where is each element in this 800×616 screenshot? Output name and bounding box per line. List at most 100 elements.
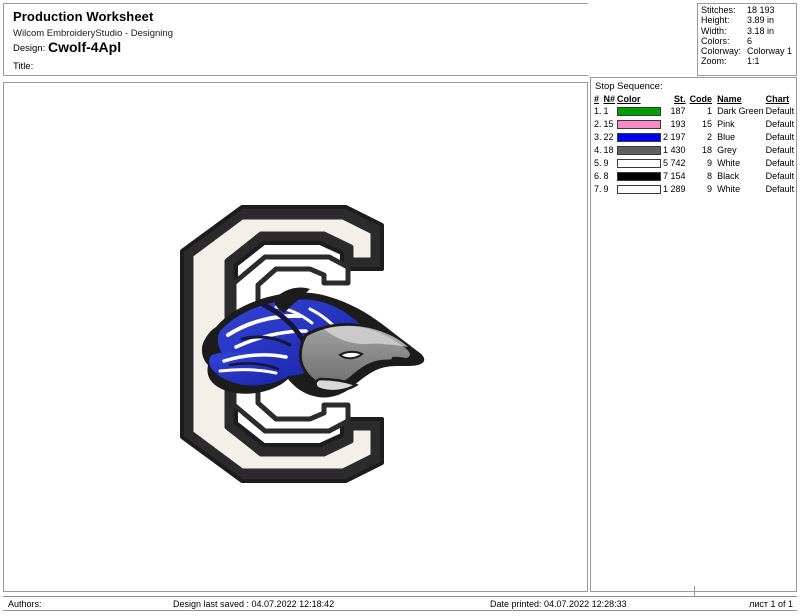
cell-name: White [717,158,741,168]
app-subtitle: Wilcom EmbroideryStudio - Designing [13,28,173,39]
stat-value-height: 3.89 in [747,15,775,26]
cell-code: 15 [702,119,713,129]
stat-value-colors: 6 [747,35,753,46]
cell-stitches: 187 [670,106,686,116]
cell-name: Blue [717,132,736,142]
cell-color [616,105,662,118]
footer-date-printed: Date printed: 04.07.2022 12:28:33 [490,599,627,609]
cell-chart: Default [765,106,795,116]
stop-sequence-panel: Stop Sequence: # N# Color St. Code Name … [590,77,797,592]
cell-needle: 8 [603,171,609,181]
table-row[interactable]: 4. 18 1 430 18 Grey Default [593,144,795,157]
cell-name: Black [717,171,740,181]
cell-color [616,170,662,183]
stat-row-colors: Colors: 6 [701,36,796,46]
cell-index: 3. [594,132,602,142]
page-title: Production Worksheet [13,9,154,24]
table-row[interactable]: 3. 22 2 197 2 Blue Default [593,131,795,144]
title-label: Title: [13,61,34,72]
cell-code: 9 [707,158,713,168]
cell-chart: Default [765,158,795,168]
cell-chart: Default [765,132,795,142]
design-label: Design: [13,43,46,54]
footer-divider [694,586,695,596]
footer-last-saved: Design last saved : 04.07.2022 12:18:42 [173,599,335,609]
color-swatch [617,146,662,155]
footer-page-number: лист 1 of 1 [749,599,793,609]
design-name: Cwolf-4Apl [48,39,122,55]
color-swatch [617,107,662,116]
cell-needle: 9 [603,184,609,194]
color-swatch [617,172,662,181]
cell-name: Grey [717,145,737,155]
column-header-color: Color [617,94,641,104]
design-stats-panel: Stitches: 18 193 Height: 3.89 in Width: … [697,3,797,76]
table-row[interactable]: 5. 9 5 742 9 White Default [593,157,795,170]
color-swatch [617,159,662,168]
stat-label-stitches: Stitches: [701,5,736,15]
cell-needle: 15 [603,119,614,129]
stat-row-colorway: Colorway: Colorway 1 [701,46,796,56]
column-header-needle: N# [603,94,616,104]
cell-chart: Default [765,184,795,194]
cell-index: 2. [594,119,602,129]
stat-value-width: 3.18 in [747,25,775,36]
stat-row-zoom: Zoom: 1:1 [701,56,796,66]
cell-needle: 22 [603,132,614,142]
footer-authors: Authors: [8,599,42,609]
color-swatch [617,185,662,194]
cell-code: 18 [702,145,713,155]
column-header-chart: Chart [765,94,790,104]
cell-code: 9 [707,184,713,194]
cell-chart: Default [765,119,795,129]
stat-row-width: Width: 3.18 in [701,26,796,36]
cell-index: 7. [594,184,602,194]
embroidery-design-logo [124,179,464,509]
cell-color [616,183,662,196]
table-row[interactable]: 1. 1 187 1 Dark Green Default [593,105,795,118]
cell-index: 4. [594,145,602,155]
cell-stitches: 7 154 [663,171,686,181]
footer-bar: Authors: Design last saved : 04.07.2022 … [3,596,797,611]
cell-color [616,118,662,131]
stat-value-colorway: Colorway 1 [747,46,793,57]
column-header-name: Name [717,94,742,104]
cell-needle: 9 [603,158,609,168]
cell-code: 8 [707,171,713,181]
cell-chart: Default [765,171,795,181]
column-header-code: Code [689,94,713,104]
stat-row-stitches: Stitches: 18 193 [701,5,796,15]
cell-stitches: 1 430 [663,145,686,155]
design-preview-area [3,82,588,592]
cell-code: 1 [707,106,713,116]
header-panel: Production Worksheet Wilcom EmbroiderySt… [3,3,588,76]
column-header-index: # [594,94,600,104]
cell-needle: 18 [603,145,614,155]
production-worksheet-page: Production Worksheet Wilcom EmbroiderySt… [0,0,800,616]
stat-value-stitches: 18 193 [747,5,775,15]
stat-label-zoom: Zoom: [701,56,727,67]
color-swatch [617,133,662,142]
stat-row-height: Height: 3.89 in [701,15,796,25]
stat-label-height: Height: [701,15,730,26]
cell-color [616,144,662,157]
stop-sequence-table: # N# Color St. Code Name Chart 1. 1 187 … [593,94,795,196]
stat-value-zoom: 1:1 [747,56,760,67]
cell-stitches: 5 742 [663,158,686,168]
stat-label-width: Width: [701,25,727,36]
stat-label-colors: Colors: [701,35,730,46]
cell-code: 2 [707,132,713,142]
table-row[interactable]: 6. 8 7 154 8 Black Default [593,170,795,183]
stop-sequence-title: Stop Sequence: [595,81,663,92]
cell-needle: 1 [603,106,609,116]
cell-name: Pink [717,119,735,129]
table-header-row: # N# Color St. Code Name Chart [593,94,795,105]
table-row[interactable]: 2. 15 193 15 Pink Default [593,118,795,131]
cell-stitches: 193 [670,119,686,129]
cell-color [616,131,662,144]
cell-index: 6. [594,171,602,181]
cell-name: Dark Green [717,106,764,116]
table-row[interactable]: 7. 9 1 289 9 White Default [593,183,795,196]
column-header-stitches: St. [674,94,686,104]
cell-stitches: 1 289 [663,184,686,194]
